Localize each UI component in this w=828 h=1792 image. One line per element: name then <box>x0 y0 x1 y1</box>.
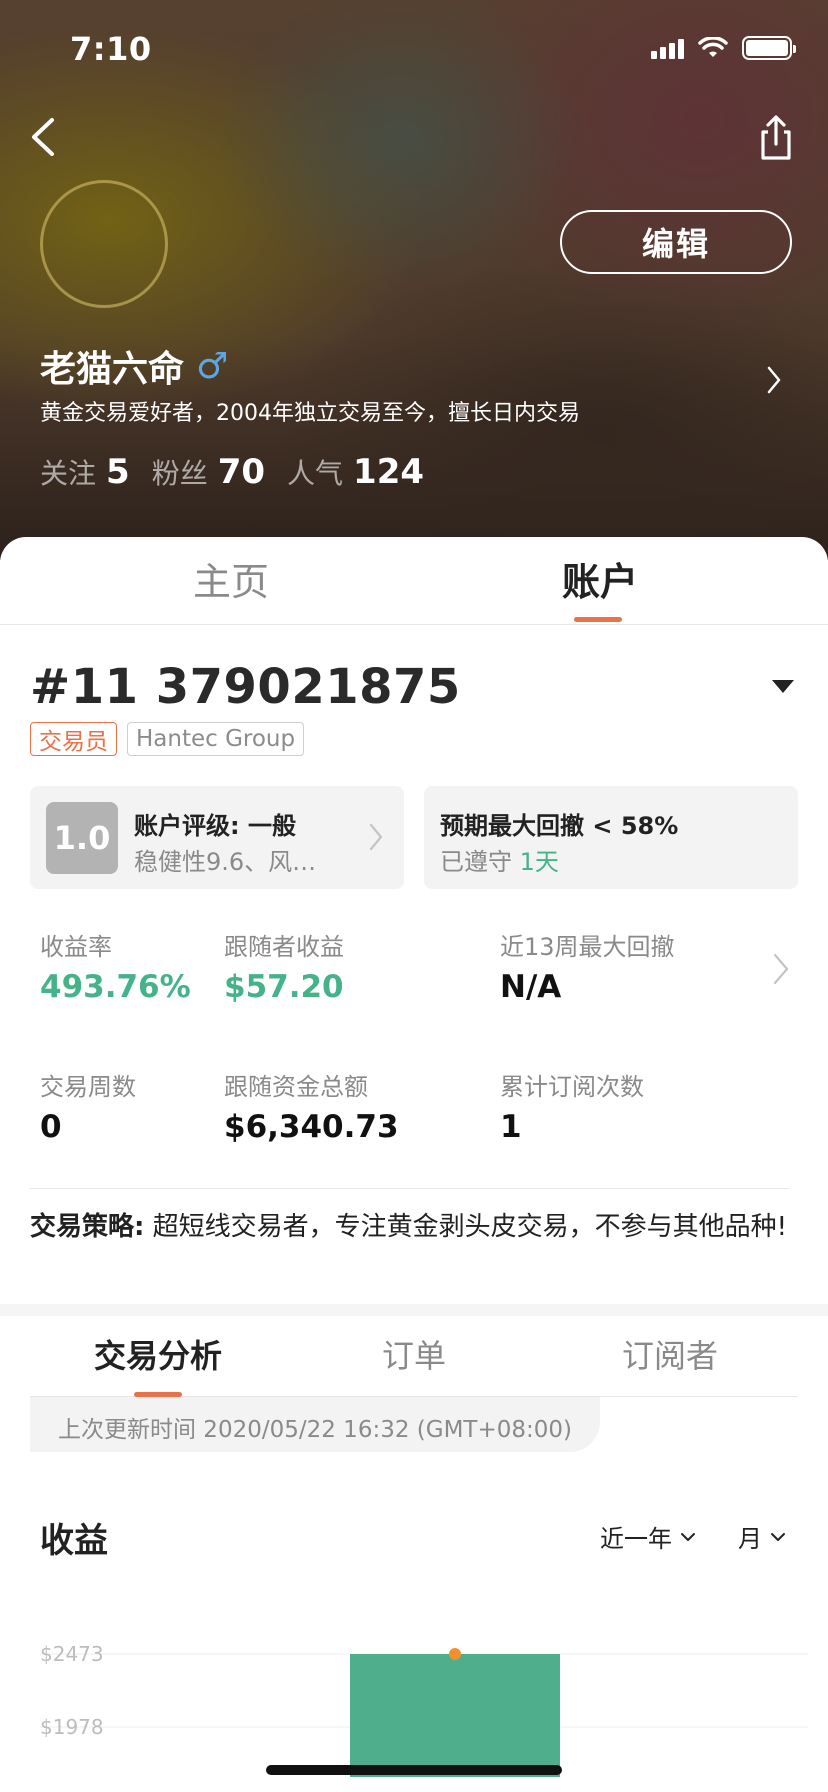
home-indicator <box>266 1765 562 1775</box>
account-badges: 交易员 Hantec Group <box>30 722 305 756</box>
rating-subtitle: 稳健性9.6、风… <box>134 848 317 876</box>
account-rating-card[interactable]: 1.0 账户评级: 一般 稳健性9.6、风… <box>30 786 404 889</box>
rating-score: 1.0 <box>46 802 118 874</box>
caret-down-icon[interactable] <box>770 677 796 695</box>
chevron-down-icon <box>681 1532 695 1541</box>
metric-label-return-rate: 收益率 <box>40 933 112 961</box>
metric-value-follower-profit: $57.20 <box>224 969 344 1005</box>
profile-stats: 关注 5 粉丝 70 人气 124 <box>40 452 424 492</box>
tab-indicator <box>574 617 622 622</box>
stat-followers[interactable]: 粉丝 70 <box>152 452 265 492</box>
male-icon: ♂ <box>196 345 229 387</box>
username-text: 老猫六命 <box>40 349 185 390</box>
metric-label-follower-profit: 跟随者收益 <box>224 933 344 961</box>
stat-value: 5 <box>106 452 130 492</box>
metric-label-total-follow-funds: 跟随资金总额 <box>224 1073 368 1101</box>
earnings-bar[interactable] <box>350 1654 560 1777</box>
main-sheet: 主页 账户 #11 379021875 交易员 Hantec Group 1.0… <box>0 537 828 1792</box>
metric-label-subscription-count: 累计订阅次数 <box>500 1073 644 1101</box>
trading-strategy: 交易策略: 超短线交易者，专注黄金剥头皮交易，不参与其他品种! <box>30 1207 800 1247</box>
earnings-point-marker <box>449 1648 461 1660</box>
broker-badge: Hantec Group <box>127 722 305 756</box>
strategy-text: 超短线交易者，专注黄金剥头皮交易，不参与其他品种! <box>152 1212 788 1242</box>
status-time: 7:10 <box>70 30 152 68</box>
username: 老猫六命 ♂ <box>40 340 228 392</box>
unit-select-value: 月 <box>738 1525 762 1553</box>
chevron-right-icon[interactable] <box>772 952 790 986</box>
drawdown-status-prefix: 已遵守 <box>440 848 512 876</box>
tab-subscribers[interactable]: 订阅者 <box>622 1331 718 1377</box>
earnings-title: 收益 <box>40 1521 108 1561</box>
rating-title: 账户评级: 一般 <box>134 812 296 840</box>
account-id: #11 379021875 <box>30 659 461 715</box>
top-tabs: 主页 账户 <box>0 537 828 625</box>
metric-value-subscription-count: 1 <box>500 1109 522 1145</box>
tab-orders[interactable]: 订单 <box>382 1331 446 1377</box>
tab-home[interactable]: 主页 <box>193 551 269 606</box>
chevron-right-icon <box>369 823 383 851</box>
role-badge: 交易员 <box>30 722 117 756</box>
chevron-left-icon[interactable] <box>24 112 64 162</box>
strategy-label: 交易策略: <box>30 1212 145 1242</box>
stat-popularity: 人气 124 <box>287 452 424 492</box>
tab-trade-analysis[interactable]: 交易分析 <box>94 1331 222 1377</box>
drawdown-title: 预期最大回撤 < 58% <box>440 812 679 840</box>
stat-value: 124 <box>353 452 425 492</box>
profile-bio: 黄金交易爱好者，2004年独立交易至今，擅长日内交易 <box>40 401 580 426</box>
stat-following[interactable]: 关注 5 <box>40 452 130 492</box>
metric-value-return-rate: 493.76% <box>40 969 191 1005</box>
divider <box>30 1188 790 1189</box>
tab-account[interactable]: 账户 <box>562 551 638 606</box>
stat-label: 粉丝 <box>151 457 208 490</box>
stat-label: 关注 <box>40 457 97 490</box>
metric-value-total-follow-funds: $6,340.73 <box>224 1109 399 1145</box>
unit-select[interactable]: 月 <box>738 1519 786 1554</box>
metric-value-trading-weeks: 0 <box>40 1109 62 1145</box>
edit-button[interactable]: 编辑 <box>560 210 792 274</box>
metric-label-trading-weeks: 交易周数 <box>40 1073 136 1101</box>
metric-value-max-drawdown: N/A <box>500 969 562 1005</box>
wifi-icon <box>698 37 728 57</box>
drawdown-status: 已遵守 1天 <box>440 842 559 877</box>
avatar[interactable] <box>40 180 168 308</box>
share-icon[interactable] <box>754 112 798 162</box>
last-update-bar: 上次更新时间 2020/05/22 16:32 (GMT+08:00) <box>30 1397 600 1452</box>
section-separator <box>0 1304 828 1316</box>
expected-drawdown-card: 预期最大回撤 < 58% 已遵守 1天 <box>424 786 798 889</box>
y-tick-label: $2473 <box>40 1642 104 1666</box>
earnings-chart: $2473 $1978 <box>40 1642 808 1777</box>
cellular-signal-icon <box>651 37 684 59</box>
profile-header: 7:10 编辑 老猫六命 ♂ 黄金交易爱好者，2004年独立交易至今，擅长日内交… <box>0 0 828 560</box>
stat-label: 人气 <box>287 457 344 490</box>
period-select[interactable]: 近一年 <box>600 1519 696 1554</box>
metric-label-max-drawdown: 近13周最大回撤 <box>500 933 675 961</box>
chevron-right-icon[interactable] <box>764 364 784 396</box>
y-tick-label: $1978 <box>40 1715 104 1739</box>
stat-value: 70 <box>217 452 266 492</box>
period-select-value: 近一年 <box>600 1525 672 1553</box>
last-update-text: 上次更新时间 2020/05/22 16:32 (GMT+08:00) <box>58 1417 572 1443</box>
status-icons <box>651 36 796 60</box>
chevron-down-icon <box>771 1532 785 1541</box>
battery-icon <box>742 36 796 60</box>
drawdown-status-days: 1天 <box>519 848 559 876</box>
analysis-tabs: 交易分析 订单 订阅者 <box>30 1327 798 1397</box>
